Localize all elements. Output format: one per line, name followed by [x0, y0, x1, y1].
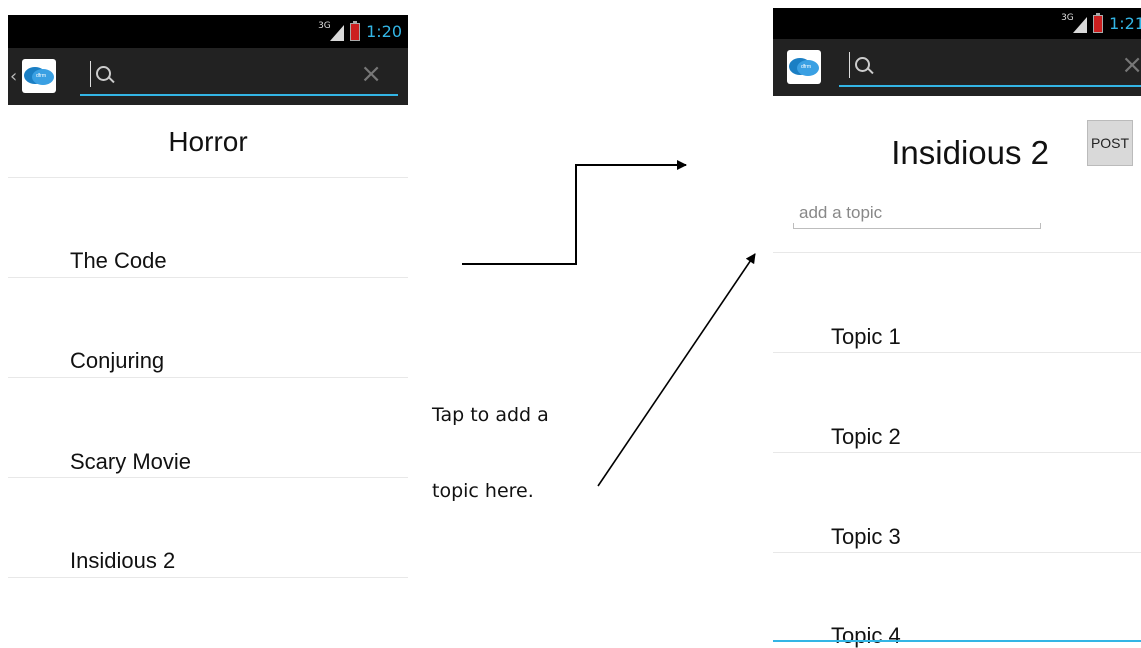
movie-title: Insidious 2	[891, 134, 1049, 171]
annotation-arrow	[597, 253, 756, 487]
text-cursor	[849, 52, 850, 78]
list-item-label: Topic 4	[831, 623, 901, 648]
search-field[interactable]: ×	[839, 49, 1141, 87]
topic-field[interactable]	[793, 200, 1041, 229]
post-button[interactable]: POST	[1087, 120, 1133, 166]
divider	[773, 352, 1141, 353]
signal-icon: 3G	[1061, 12, 1088, 33]
app-logo-icon[interactable]	[787, 50, 821, 84]
action-bar: ×	[773, 39, 1141, 96]
divider	[773, 452, 1141, 453]
scroll-edge-glow	[773, 640, 1141, 642]
clear-icon[interactable]: ×	[1121, 50, 1141, 80]
topic-input[interactable]	[797, 200, 1031, 226]
divider	[773, 252, 1141, 253]
navigation-arrow	[462, 160, 687, 265]
right-screen: 3G 1:21 × Insidious 2 POST Topic 1 Topic…	[773, 8, 1141, 648]
list-item-label: Topic 1	[831, 324, 901, 349]
search-icon	[855, 57, 870, 72]
battery-icon	[1093, 12, 1104, 33]
status-time: 1:21	[1109, 14, 1141, 33]
list-item-label: Topic 3	[831, 524, 901, 549]
network-type: 3G	[1061, 12, 1074, 23]
list-item-label: Topic 2	[831, 424, 901, 449]
search-input[interactable]	[879, 55, 1083, 79]
status-bar: 3G 1:21	[773, 8, 1141, 39]
divider	[773, 552, 1141, 553]
